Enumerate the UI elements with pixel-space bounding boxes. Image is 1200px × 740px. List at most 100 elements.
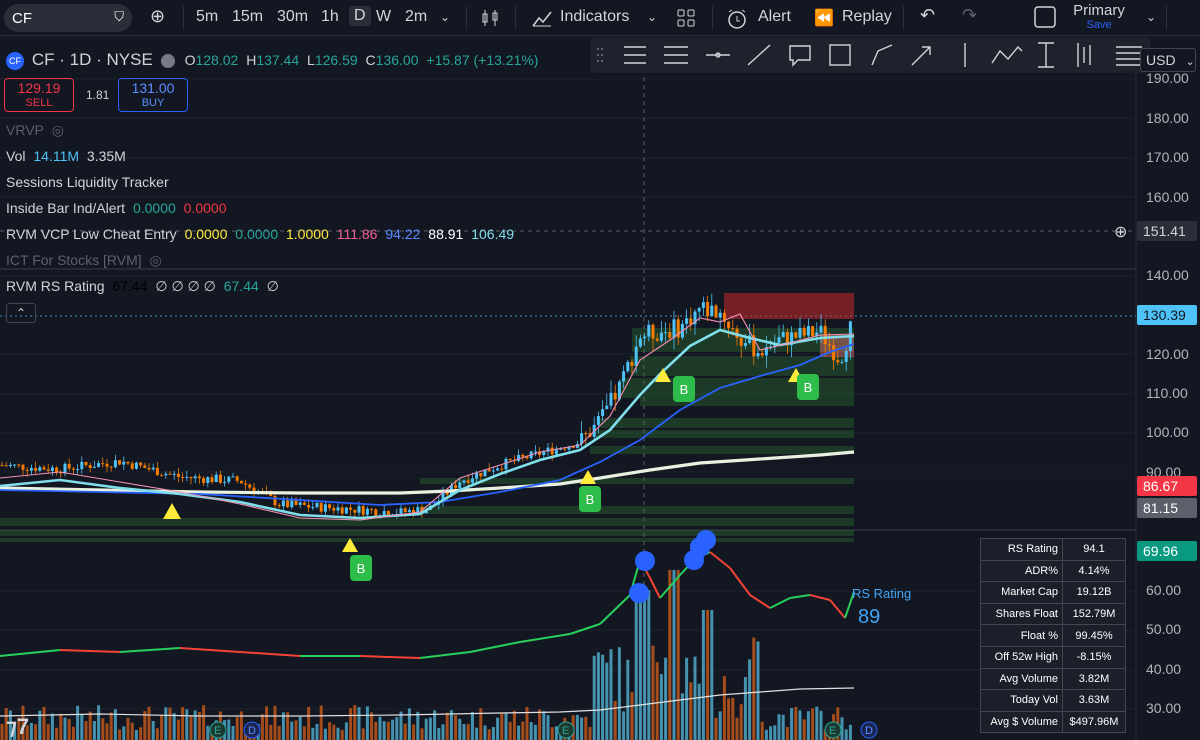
rs-line-segment — [59, 649, 121, 653]
collapse-legend-button[interactable]: ⌃ — [6, 303, 36, 323]
callout-icon[interactable] — [789, 45, 811, 67]
volume-bar — [441, 724, 445, 740]
volume-bar — [638, 590, 642, 740]
interval-5m[interactable]: 5m — [196, 8, 218, 26]
interval-1h[interactable]: 1h — [321, 8, 339, 26]
volume-bar — [235, 717, 239, 740]
measure-icon[interactable] — [1038, 42, 1054, 68]
alert-button[interactable]: Alert — [758, 8, 791, 26]
volume-bar — [395, 717, 399, 740]
interval-1w[interactable]: W — [376, 8, 391, 26]
volume-bar — [71, 726, 75, 740]
candle-body — [235, 476, 239, 481]
volume-bar — [605, 662, 609, 740]
table-row: RS Rating 94.1 — [980, 538, 1126, 561]
undo-icon[interactable]: ↶ — [920, 5, 935, 26]
indicators-button[interactable]: Indicators — [560, 8, 629, 26]
vcp-value-1: 0.0000 — [184, 226, 228, 242]
volume-bar — [147, 706, 151, 740]
rs-line-segment — [749, 594, 771, 609]
buy-button[interactable]: 131.00 BUY — [118, 78, 188, 112]
candle-body — [626, 361, 630, 372]
candle-body — [664, 332, 668, 334]
symbol-legend[interactable]: CF CF · 1D · NYSE O128.02 H137.44 L126.5… — [6, 50, 542, 71]
volume-bar — [517, 725, 521, 740]
add-symbol-icon[interactable]: ⊕ — [150, 6, 165, 27]
volume-bar — [458, 718, 462, 740]
long-position-icon[interactable] — [624, 46, 646, 64]
volume-bar — [470, 711, 474, 740]
layout-grid-icon[interactable] — [676, 8, 696, 33]
rs-line-segment — [829, 599, 846, 619]
arrow-icon[interactable] — [911, 46, 931, 66]
alarm-clock-icon[interactable] — [726, 8, 748, 35]
checkbox-icon[interactable] — [1034, 6, 1056, 33]
volume-bar — [781, 714, 785, 740]
currency-selector[interactable]: USD ⌄ — [1140, 48, 1196, 72]
layout-save[interactable]: Primary Save — [1066, 2, 1132, 31]
interval-2m[interactable]: 2m — [405, 8, 427, 26]
indicator-vcp[interactable]: RVM VCP Low Cheat Entry 0.0000 0.0000 1.… — [6, 226, 518, 242]
interval-15m[interactable]: 15m — [232, 8, 263, 26]
candle-body — [634, 346, 638, 366]
sell-button[interactable]: 129.19 SELL — [4, 78, 74, 112]
rectangle-icon[interactable] — [829, 44, 851, 66]
indicator-inside-bar[interactable]: Inside Bar Ind/Alert 0.0000 0.0000 — [6, 200, 231, 216]
volume-bar — [584, 716, 588, 740]
candle-body — [647, 324, 651, 337]
inside-bar-value-1: 0.0000 — [132, 200, 176, 216]
volume-bar — [588, 726, 592, 740]
volume-bar — [785, 727, 789, 740]
indicators-dropdown-icon[interactable]: ⌄ — [647, 10, 657, 24]
candle-body — [685, 318, 689, 324]
interval-dropdown-icon[interactable]: ⌄ — [440, 10, 450, 24]
volume-bar — [748, 659, 752, 740]
interval-30m[interactable]: 30m — [277, 8, 308, 26]
indicators-icon[interactable] — [531, 8, 553, 33]
volume-bar — [538, 709, 542, 740]
add-alert-icon[interactable]: ⊕ — [1114, 222, 1127, 242]
indicator-vrvp[interactable]: VRVP ◎ — [6, 122, 68, 139]
volume-bar — [46, 724, 50, 740]
volume-bar — [126, 717, 130, 740]
layout-dropdown-icon[interactable]: ⌄ — [1146, 10, 1156, 24]
volume-bar — [819, 710, 823, 740]
candle-body — [185, 476, 189, 478]
indicator-sessions[interactable]: Sessions Liquidity Tracker — [6, 174, 173, 190]
candle-body — [239, 480, 243, 484]
replay-icon[interactable]: ⏪ — [814, 8, 834, 28]
stat-value: 99.45% — [1062, 624, 1126, 647]
indicator-volume[interactable]: Vol 14.11M 3.35M — [6, 148, 130, 164]
candle-body — [475, 472, 479, 479]
menu-icon[interactable] — [1116, 46, 1142, 66]
interval-1d[interactable]: D — [349, 6, 371, 26]
symbol-search[interactable]: CF ⛉ — [4, 4, 132, 32]
vol-value-1: 14.11M — [33, 148, 80, 164]
candle-body — [353, 509, 357, 513]
hidden-eye-icon[interactable]: ◎ — [52, 122, 64, 138]
indicator-rs-rating[interactable]: RVM RS Rating 67.44 ∅ ∅ ∅ ∅ 67.44 ∅ — [6, 278, 283, 295]
candle-body — [504, 458, 508, 470]
ohlc-high: 137.44 — [256, 52, 300, 68]
horizontal-line-icon[interactable] — [706, 52, 730, 58]
candle-style-icon[interactable] — [480, 8, 500, 33]
zigzag-icon[interactable] — [991, 45, 1023, 64]
trend-line-icon[interactable] — [747, 44, 771, 66]
volume-bar — [315, 723, 319, 740]
hidden-eye-icon[interactable]: ◎ — [150, 252, 162, 268]
volume-bar — [202, 705, 206, 740]
replay-button[interactable]: Replay — [842, 8, 892, 26]
short-position-icon[interactable] — [664, 46, 688, 64]
drag-handle-icon[interactable] — [597, 48, 603, 62]
candle-body — [8, 464, 12, 467]
shield-icon[interactable]: ⛉ — [114, 9, 124, 25]
candle-body — [760, 353, 764, 356]
bar-pattern-icon[interactable] — [1077, 43, 1091, 67]
indicator-ict[interactable]: ICT For Stocks [RVM] ◎ — [6, 252, 166, 269]
axis-tick: 110.00 — [1146, 385, 1188, 401]
volume-bar — [445, 712, 449, 740]
path-icon[interactable] — [871, 44, 893, 66]
redo-icon[interactable]: ↷ — [962, 5, 977, 26]
candle-body — [479, 472, 483, 477]
volume-bar — [483, 725, 487, 740]
